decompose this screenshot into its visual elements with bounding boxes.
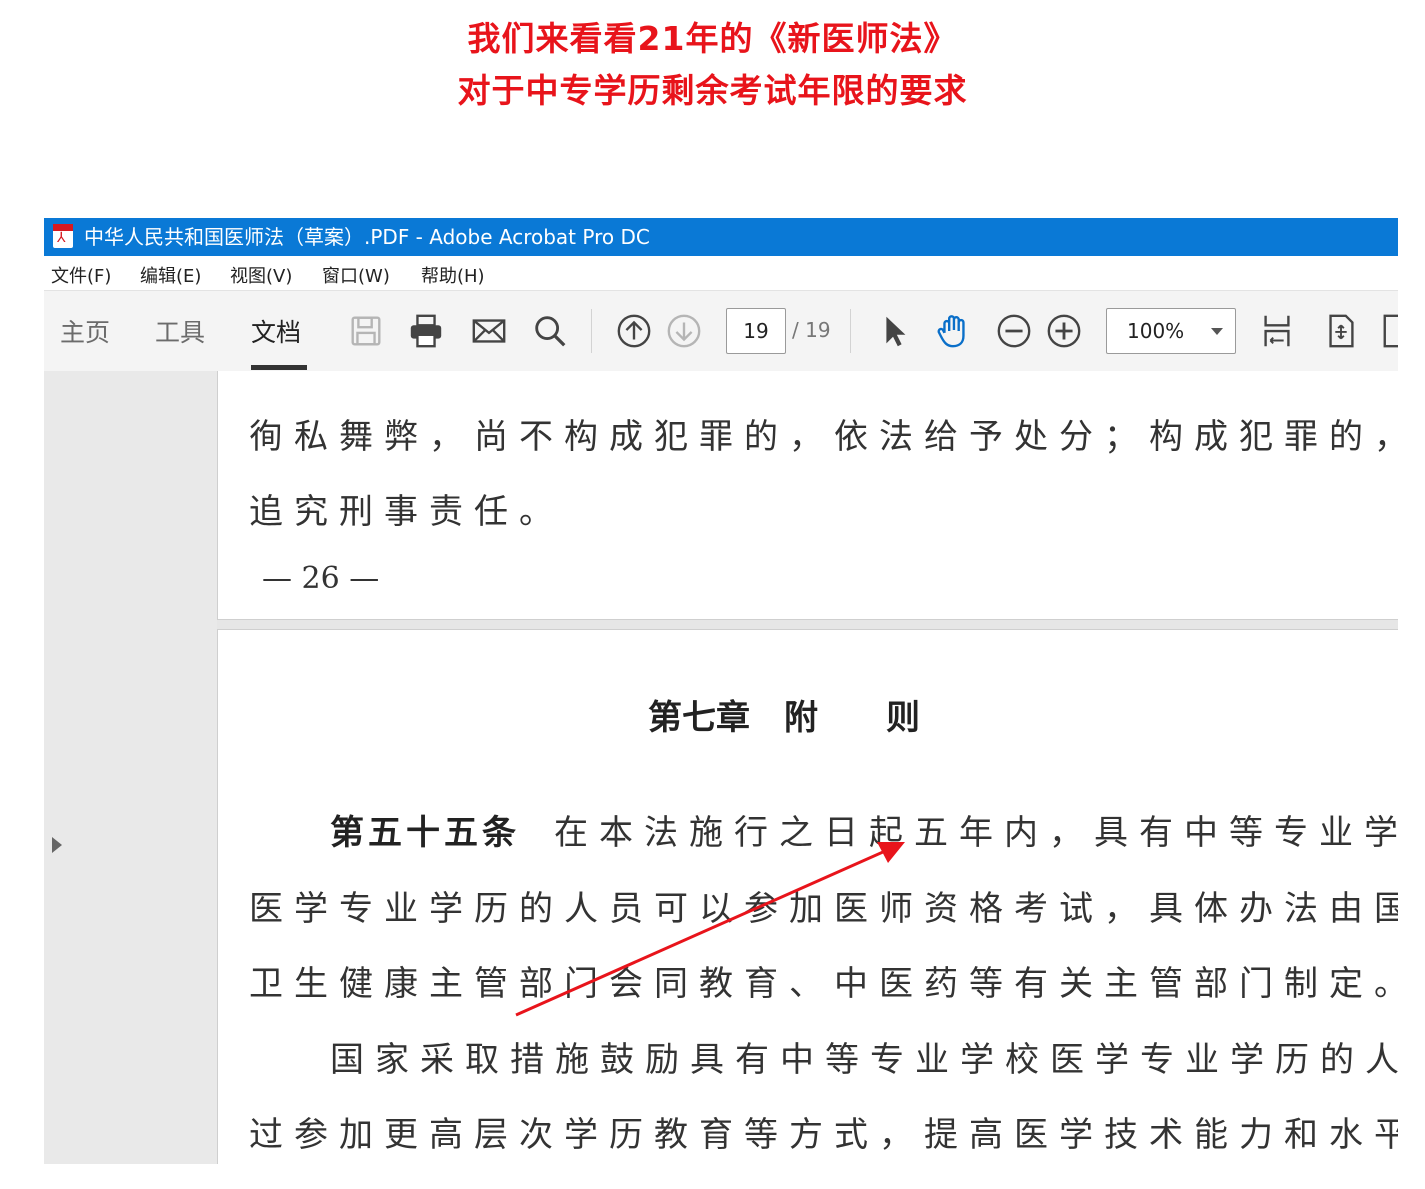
chapter-title: 第七章 附 则 (648, 698, 920, 738)
doc-text-line: 医学专业学历的人员可以参加医师资格考试，具体办法由国务院 (249, 889, 1398, 929)
page-total: / 19 (792, 318, 831, 342)
hand-tool-icon[interactable] (933, 311, 973, 351)
pdf-icon (53, 224, 73, 248)
toolbar: 主页 工具 文档 19 / 19 100% (44, 290, 1398, 372)
headline-line-1: 我们来看看21年的《新医师法》 (467, 19, 958, 58)
tab-tools[interactable]: 工具 (155, 313, 205, 349)
active-tab-indicator (251, 365, 307, 370)
rotate-page-icon[interactable] (1321, 311, 1361, 351)
tab-document[interactable]: 文档 (251, 313, 301, 349)
doc-text-line: 过参加更高层次学历教育等方式，提高医学技术能力和水平。 (249, 1115, 1398, 1155)
menu-help[interactable]: 帮助(H) (421, 262, 485, 288)
search-icon[interactable] (530, 311, 570, 351)
doc-text-line: 国家采取措施鼓励具有中等专业学校医学专业学历的人员通 (330, 1040, 1398, 1080)
zoom-select[interactable]: 100% (1106, 308, 1236, 354)
menu-view[interactable]: 视图(V) (230, 262, 292, 288)
zoom-value: 100% (1127, 319, 1185, 343)
window-title: 中华人民共和国医师法（草案）.PDF - Adobe Acrobat Pro D… (84, 225, 650, 249)
expand-pane-icon[interactable] (52, 837, 62, 853)
zoom-out-icon[interactable] (994, 311, 1034, 351)
document-page: 徇私舞弊，尚不构成犯罪的，依法给予处分；构成犯罪的，依法 追究刑事责任。 — 2… (217, 371, 1398, 620)
doc-text-line: 追究刑事责任。 (249, 492, 564, 532)
page-number-input[interactable]: 19 (726, 308, 786, 354)
save-icon[interactable] (346, 311, 386, 351)
page-view-icon[interactable] (1380, 311, 1398, 351)
fit-page-icon[interactable] (1257, 311, 1297, 351)
page-down-icon[interactable] (664, 311, 704, 351)
menu-window[interactable]: 窗口(W) (322, 262, 390, 288)
article-title: 第五十五条 (330, 813, 520, 853)
chevron-down-icon (1211, 328, 1223, 335)
email-icon[interactable] (469, 311, 509, 351)
document-page: 第七章 附 则 第五十五条 在本法施行之日起五年内，具有中等专业学校 医学专业学历… (217, 629, 1398, 1164)
page-up-icon[interactable] (614, 311, 654, 351)
headline-line-2: 对于中专学历剩余考试年限的要求 (457, 71, 968, 110)
acrobat-window: 中华人民共和国医师法（草案）.PDF - Adobe Acrobat Pro D… (44, 218, 1398, 1164)
toolbar-separator (850, 309, 851, 353)
doc-text-line: 卫生健康主管部门会同教育、中医药等有关主管部门制定。 (249, 964, 1398, 1004)
title-bar: 中华人民共和国医师法（草案）.PDF - Adobe Acrobat Pro D… (44, 218, 1398, 256)
navigation-pane (44, 371, 217, 1164)
article-first-line: 第五十五条 在本法施行之日起五年内，具有中等专业学校 (330, 805, 1398, 854)
print-icon[interactable] (406, 311, 446, 351)
doc-text-line: 徇私舞弊，尚不构成犯罪的，依法给予处分；构成犯罪的，依法 (249, 417, 1398, 457)
menu-bar: 文件(F) 编辑(E) 视图(V) 窗口(W) 帮助(H) (44, 256, 1398, 290)
menu-edit[interactable]: 编辑(E) (140, 262, 201, 288)
toolbar-separator (591, 309, 592, 353)
page-number-footer: — 26 — (262, 561, 380, 596)
tab-home[interactable]: 主页 (60, 313, 110, 349)
zoom-in-icon[interactable] (1044, 311, 1084, 351)
menu-file[interactable]: 文件(F) (51, 262, 111, 288)
select-cursor-icon[interactable] (874, 311, 914, 351)
doc-text-line: 在本法施行之日起五年内，具有中等专业学校 (554, 813, 1398, 853)
